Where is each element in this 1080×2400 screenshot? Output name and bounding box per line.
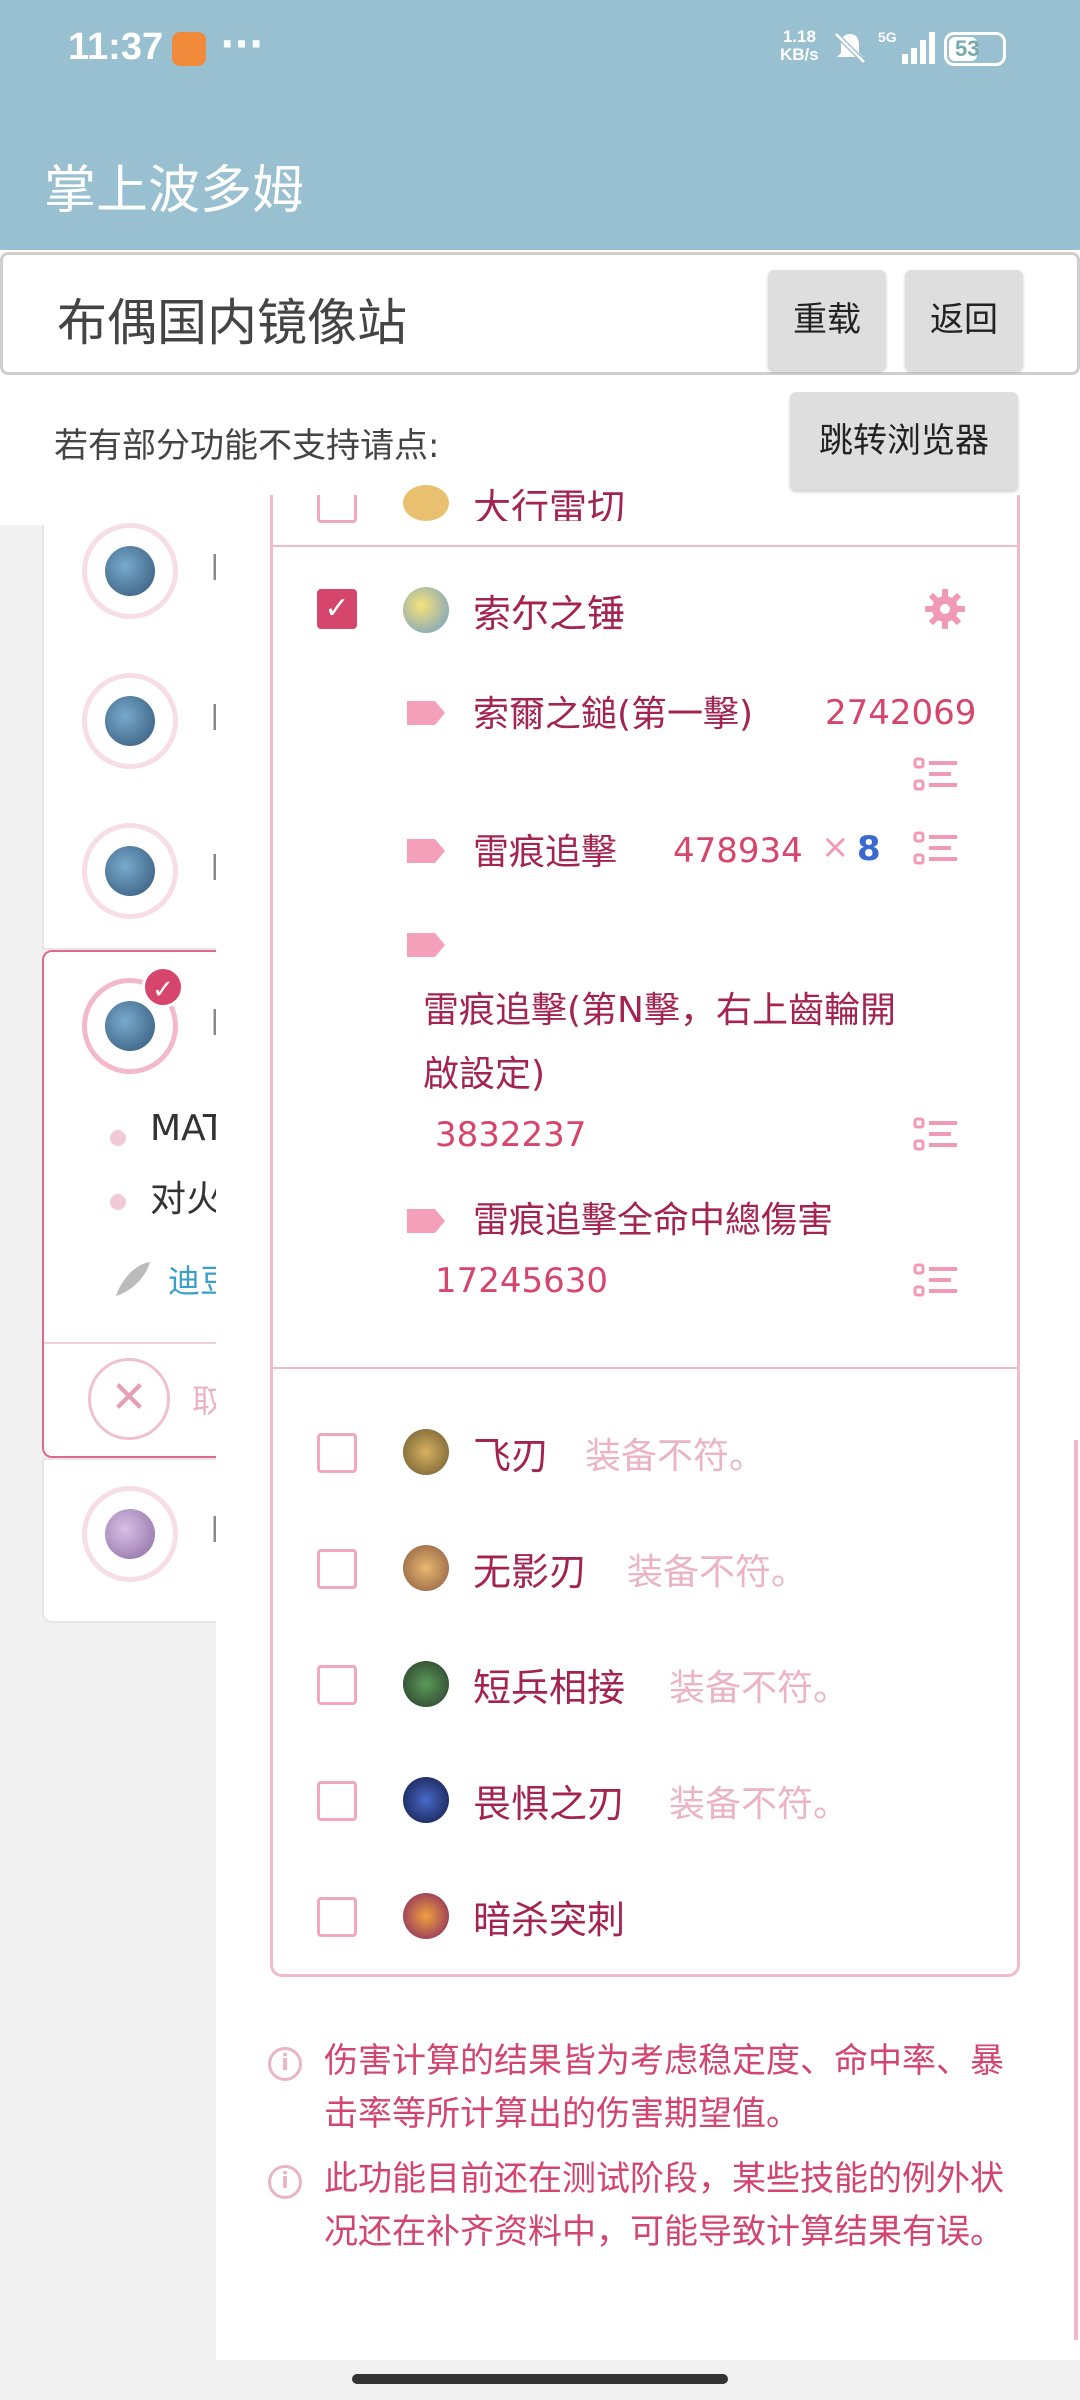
skill-drawer: 大行雷切 ✓ 索尔之锤 索爾之鎚(第一擊) 2742069 雷痕追擊 47893… <box>216 485 1080 2360</box>
damage-label: 索爾之鎚(第一擊) <box>473 694 754 735</box>
skill-checkbox[interactable] <box>317 1549 357 1589</box>
fear-blade-icon <box>403 1777 449 1823</box>
status-time: 11:37 <box>68 26 164 68</box>
skill-icon <box>403 485 449 521</box>
equipment-mismatch: 装备不符。 <box>585 1436 766 1477</box>
battery-level: 53 <box>955 36 980 61</box>
bullet-icon <box>110 1130 126 1146</box>
open-browser-button[interactable]: 跳转浏览器 <box>790 392 1018 490</box>
skill-name: 畏惧之刃 <box>473 1782 626 1826</box>
equipment-mismatch: 装备不符。 <box>627 1552 808 1593</box>
damage-value: 478934 <box>673 831 803 871</box>
equipment-mismatch: 装备不符。 <box>669 1668 850 1709</box>
skill-name: 暗杀突刺 <box>473 1898 626 1942</box>
back-button[interactable]: 返回 <box>905 270 1023 370</box>
skill-checkbox[interactable] <box>317 1897 357 1937</box>
skill-checkbox[interactable] <box>317 1781 357 1821</box>
mirror-title: 布偶国内镜像站 <box>57 294 407 352</box>
notes: i 伤害计算的结果皆为考虑稳定度、命中率、暴击率等所计算出的伤害期望值。 i 此… <box>268 2035 1028 2271</box>
gear-icon[interactable] <box>923 587 967 631</box>
status-bar: 11:37 ··· 1.18 KB/s 5G 53 <box>0 0 1080 100</box>
detail-list-icon[interactable] <box>913 1263 959 1299</box>
skill-checkbox-thor[interactable]: ✓ <box>317 589 357 629</box>
tag-icon <box>407 1209 445 1233</box>
card-line-2: 对火 <box>150 1179 223 1220</box>
check-badge-icon: ✓ <box>142 966 184 1008</box>
tag-icon <box>407 839 445 863</box>
mirror-header: 布偶国内镜像站 重载 返回 <box>0 252 1080 375</box>
note-text: 此功能目前还在测试阶段，某些技能的例外状况还在补齐资料中，可能导致计算结果有误。 <box>324 2159 1004 2252</box>
skill-checkbox[interactable] <box>317 1665 357 1705</box>
damage-value: 3832237 <box>435 1115 587 1155</box>
mute-icon <box>834 32 866 64</box>
signal-icon: 5G <box>878 29 935 64</box>
multiply-sign: × <box>821 827 850 867</box>
close-icon[interactable]: ✕ <box>88 1358 170 1440</box>
skill-list: 大行雷切 ✓ 索尔之锤 索爾之鎚(第一擊) 2742069 雷痕追擊 47893… <box>270 485 1020 1977</box>
assassin-thrust-icon <box>403 1893 449 1939</box>
note-item: i 此功能目前还在测试阶段，某些技能的例外状况还在补齐资料中，可能导致计算结果有… <box>268 2153 1028 2259</box>
note-text: 伤害计算的结果皆为考虑稳定度、命中率、暴击率等所计算出的伤害期望值。 <box>324 2041 1004 2134</box>
skill-name: 大行雷切 <box>473 486 626 521</box>
skill-avatar[interactable] <box>82 1486 178 1582</box>
home-indicator[interactable] <box>352 2374 728 2384</box>
hit-count: 8 <box>857 829 881 869</box>
info-icon: i <box>268 2047 302 2081</box>
browser-hint: 若有部分功能不支持请点: <box>54 426 440 466</box>
damage-value: 17245630 <box>435 1261 609 1301</box>
damage-label-line-2: 啟設定) <box>423 1054 546 1095</box>
lightning-hammer-icon <box>403 587 449 633</box>
skill-avatar[interactable] <box>82 823 178 919</box>
bullet-icon <box>110 1194 126 1210</box>
detail-list-icon[interactable] <box>913 757 959 793</box>
net-speed-unit: KB/s <box>780 45 819 64</box>
shadow-blade-icon <box>403 1545 449 1591</box>
scrollbar[interactable] <box>1074 1440 1078 2340</box>
battery-icon: 53 <box>944 32 1006 66</box>
skill-name-thor: 索尔之锤 <box>473 592 626 636</box>
shop-notification-icon <box>172 32 206 66</box>
skill-avatar[interactable] <box>82 673 178 769</box>
close-combat-icon <box>403 1661 449 1707</box>
app-bar: 11:37 ··· 1.18 KB/s 5G 53 掌上波多姆 <box>0 0 1080 250</box>
app-title: 掌上波多姆 <box>44 161 305 221</box>
damage-value: 2742069 <box>825 693 977 733</box>
tag-icon <box>407 701 445 725</box>
tag-icon <box>407 933 445 957</box>
skill-checkbox[interactable] <box>317 495 357 523</box>
network-type: 5G <box>878 29 897 45</box>
divider <box>273 1367 1017 1369</box>
reload-button[interactable]: 重载 <box>768 270 886 370</box>
damage-label-line-1: 雷痕追擊(第N擊，右上齒輪開 <box>423 990 896 1031</box>
equipment-mismatch: 装备不符。 <box>669 1784 850 1825</box>
detail-list-icon[interactable] <box>913 1117 959 1153</box>
detail-list-icon[interactable] <box>913 831 959 867</box>
more-notifications-icon: ··· <box>220 22 264 66</box>
damage-label: 雷痕追擊全命中總傷害 <box>473 1200 834 1241</box>
net-speed-value: 1.18 <box>782 27 816 46</box>
flying-blade-icon <box>403 1429 449 1475</box>
note-item: i 伤害计算的结果皆为考虑稳定度、命中率、暴击率等所计算出的伤害期望值。 <box>268 2035 1028 2141</box>
info-icon: i <box>268 2165 302 2199</box>
skill-checkbox[interactable] <box>317 1433 357 1473</box>
skill-name: 无影刃 <box>473 1550 588 1594</box>
damage-label: 雷痕追擊 <box>473 832 618 873</box>
skill-name: 短兵相接 <box>473 1666 626 1710</box>
net-speed: 1.18 KB/s <box>780 28 819 64</box>
divider <box>273 545 1017 547</box>
skill-avatar[interactable] <box>82 523 178 619</box>
card-line-1: MAT <box>150 1108 225 1149</box>
skill-name: 飞刃 <box>473 1434 550 1478</box>
feather-icon <box>116 1262 150 1296</box>
